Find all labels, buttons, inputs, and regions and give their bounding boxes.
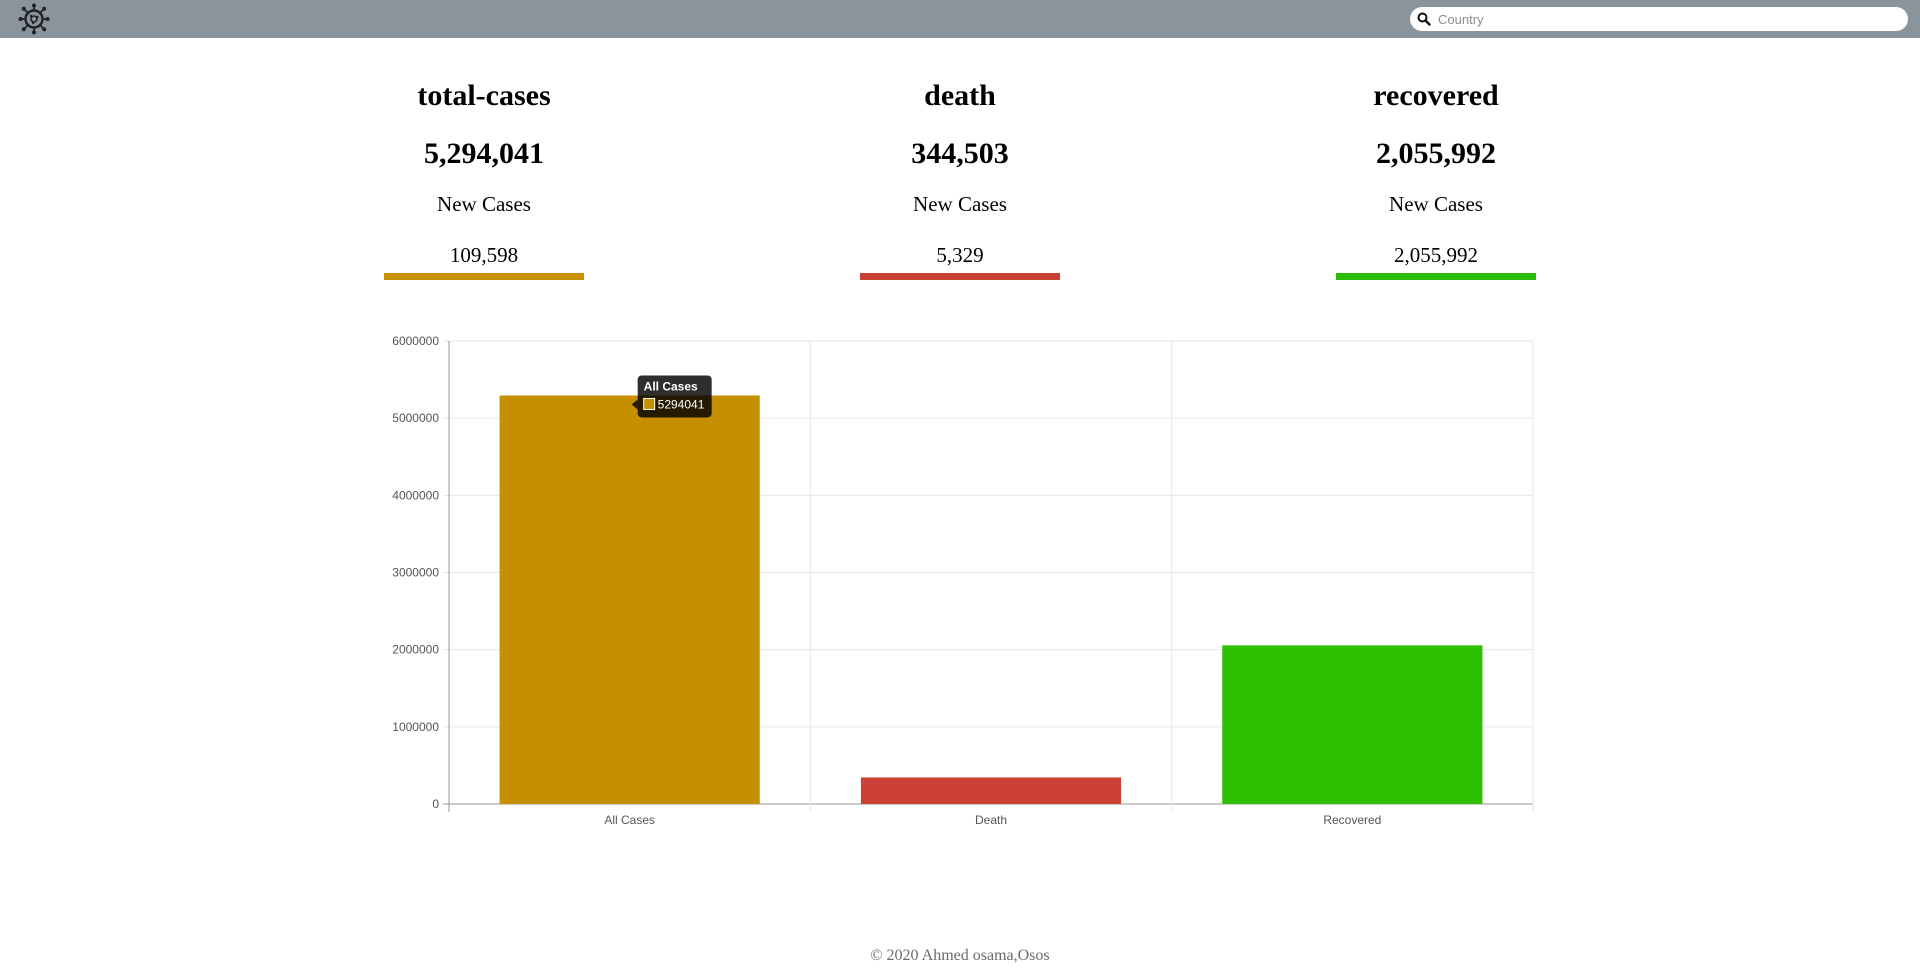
stat-color-bar	[1336, 273, 1536, 280]
y-tick-label: 0	[432, 797, 439, 811]
y-tick-label: 1000000	[392, 720, 439, 734]
bar-all-cases	[499, 395, 760, 804]
y-tick-label: 4000000	[392, 488, 439, 502]
virus-icon[interactable]	[18, 3, 50, 35]
stat-new-value: 2,055,992	[1394, 243, 1478, 267]
country-search-input[interactable]	[1434, 7, 1908, 31]
y-tick-label: 6000000	[392, 334, 439, 348]
stat-new-label: New Cases	[1389, 192, 1483, 216]
bar-death	[860, 777, 1122, 804]
stat-title: total-cases	[417, 79, 551, 112]
bar-recovered	[1222, 645, 1483, 804]
y-tick-label: 2000000	[392, 643, 439, 657]
y-tick-label: 3000000	[392, 566, 439, 580]
top-navbar	[0, 0, 1920, 38]
footer-copyright: © 2020 Ahmed osama,Osos	[870, 947, 1050, 964]
stat-color-bar	[384, 273, 584, 280]
stat-value: 5,294,041	[424, 137, 544, 170]
y-tick-label: 5000000	[392, 411, 439, 425]
tooltip-value: 5294041	[658, 397, 705, 411]
stat-card-death: death 344,503 New Cases 5,329	[860, 70, 1060, 280]
stat-new-label: New Cases	[913, 192, 1007, 216]
x-tick-label: Death	[975, 813, 1007, 827]
stat-card-recovered: recovered 2,055,992 New Cases 2,055,992	[1336, 70, 1536, 280]
stat-new-value: 5,329	[936, 243, 984, 267]
stat-card-total-cases: total-cases 5,294,041 New Cases 109,598	[384, 70, 584, 280]
stat-title: death	[924, 79, 996, 112]
country-search-box[interactable]	[1410, 7, 1908, 31]
stat-new-value: 109,598	[449, 243, 519, 267]
tooltip-swatch	[643, 397, 656, 410]
stat-value: 344,503	[911, 137, 1009, 170]
x-tick-label: Recovered	[1323, 813, 1381, 827]
x-tick-label: All Cases	[604, 813, 655, 827]
search-icon	[1417, 12, 1431, 26]
cases-bar-chart: 0 1000000 2000000 3000000 4000000 5000000 6000…	[370, 325, 1550, 845]
chart-svg: 0 1000000 2000000 3000000 4000000 5000000 6000…	[392, 334, 1534, 827]
stat-title: recovered	[1373, 79, 1499, 112]
stat-color-bar	[860, 273, 1060, 280]
stat-new-label: New Cases	[437, 192, 531, 216]
tooltip-title: All Cases	[644, 379, 698, 393]
stat-value: 2,055,992	[1376, 137, 1496, 170]
